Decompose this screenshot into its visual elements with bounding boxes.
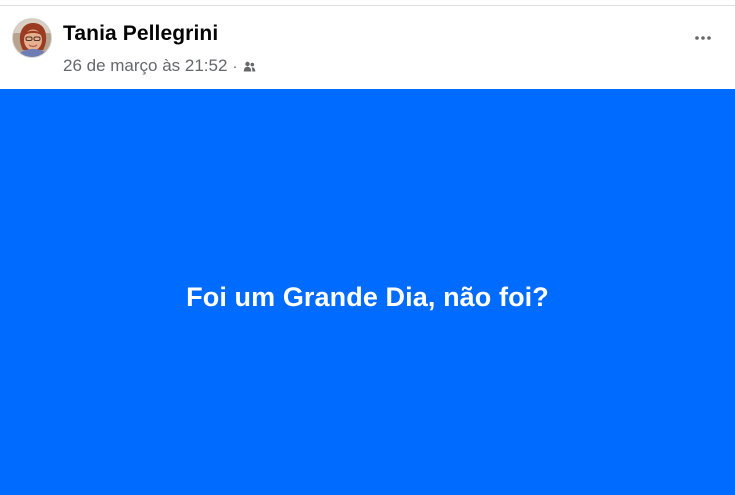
friends-icon[interactable] [242,59,256,73]
more-options-icon [695,36,711,40]
post-meta: 26 de março às 21:52 · [63,56,256,76]
post-header: Tania Pellegrini 26 de março às 21:52 · [0,6,735,89]
author-name[interactable]: Tania Pellegrini [63,22,218,46]
timestamp-link[interactable]: 26 de março às 21:52 [63,56,227,76]
avatar[interactable] [12,18,52,58]
facebook-post: Tania Pellegrini 26 de março às 21:52 · [0,0,735,495]
post-background: Foi um Grande Dia, não foi? [0,89,735,495]
post-text: Foi um Grande Dia, não foi? [186,282,549,312]
avatar-image [13,19,51,57]
more-options-button[interactable] [688,26,718,50]
meta-separator: · [232,57,238,75]
